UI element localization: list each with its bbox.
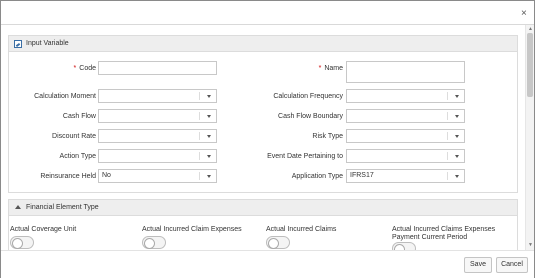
chevron-down-icon (207, 175, 211, 178)
dialog-content: Input Variable * Code * Name Calculation M… (1, 25, 534, 250)
section-title: Input Variable (26, 40, 69, 47)
fe-label-payment-current-period: Payment Current Period (392, 234, 468, 241)
cash-flow-boundary-label: Cash Flow Boundary (278, 113, 343, 120)
required-marker: * (73, 65, 77, 72)
fe-label-actual-incurred-claims-expenses: Actual Incurred Claims Expenses (392, 226, 496, 233)
toggle-actual-incurred-claims[interactable] (266, 236, 290, 249)
event-date-select[interactable] (346, 149, 465, 163)
fe-label-actual-incurred-claim-expenses: Actual Incurred Claim Expenses (142, 226, 242, 233)
chevron-down-icon (455, 115, 459, 118)
name-label: * Name (318, 65, 343, 72)
scroll-down-icon[interactable]: ▼ (527, 242, 534, 248)
chevron-down-icon (455, 95, 459, 98)
risk-type-select[interactable] (346, 129, 465, 143)
toggle-actual-incurred-claims-expenses[interactable] (392, 242, 416, 250)
application-type-select[interactable]: IFRS17 (346, 169, 465, 183)
chevron-down-icon (207, 155, 211, 158)
chevron-down-icon (207, 95, 211, 98)
action-type-label: Action Type (59, 153, 96, 160)
calculation-frequency-label: Calculation Frequency (273, 93, 343, 100)
cancel-button[interactable]: Cancel (496, 257, 528, 273)
reinsurance-held-label: Reinsurance Held (40, 173, 96, 180)
risk-type-label: Risk Type (312, 133, 343, 140)
discount-rate-select[interactable] (98, 129, 217, 143)
fe-label-actual-incurred-claims: Actual Incurred Claims (266, 226, 337, 233)
calculation-moment-select[interactable] (98, 89, 217, 103)
discount-rate-label: Discount Rate (52, 133, 96, 140)
toggle-actual-coverage-unit[interactable] (10, 236, 34, 249)
dialog-footer: Save Cancel (1, 250, 534, 278)
scrollbar-thumb[interactable] (527, 33, 533, 97)
financial-element-type-header[interactable]: Financial Element Type (9, 200, 517, 216)
chevron-down-icon (455, 135, 459, 138)
required-marker: * (318, 65, 322, 72)
code-label: * Code (73, 65, 96, 72)
chevron-down-icon (207, 115, 211, 118)
toggle-actual-incurred-claim-expenses[interactable] (142, 236, 166, 249)
collapse-triangle-icon[interactable] (15, 205, 21, 209)
save-button[interactable]: Save (464, 257, 492, 273)
close-icon[interactable]: × (521, 9, 527, 19)
fe-label-actual-coverage-unit: Actual Coverage Unit (10, 226, 77, 233)
name-field[interactable] (346, 61, 465, 83)
application-type-label: Application Type (291, 173, 343, 180)
chevron-down-icon (207, 135, 211, 138)
input-variable-header[interactable]: Input Variable (9, 36, 517, 52)
chevron-down-icon (455, 175, 459, 178)
scroll-up-icon[interactable]: ▲ (527, 26, 534, 32)
section-title: Financial Element Type (26, 204, 99, 211)
cash-flow-boundary-select[interactable] (346, 109, 465, 123)
cash-flow-label: Cash Flow (62, 113, 96, 120)
code-field[interactable] (98, 61, 217, 75)
chevron-down-icon (455, 155, 459, 158)
vertical-scrollbar[interactable]: ▲ ▼ (525, 25, 534, 250)
action-type-select[interactable] (98, 149, 217, 163)
event-date-label: Event Date Pertaining to (267, 153, 343, 160)
calculation-moment-label: Calculation Moment (34, 93, 96, 100)
reinsurance-held-select[interactable]: No (98, 169, 217, 183)
edit-chart-icon (14, 40, 22, 48)
calculation-frequency-select[interactable] (346, 89, 465, 103)
input-variable-dialog: × Input Variable * Code * Name Calculation… (0, 0, 535, 278)
cash-flow-select[interactable] (98, 109, 217, 123)
financial-element-type-section: Financial Element Type (8, 199, 518, 250)
